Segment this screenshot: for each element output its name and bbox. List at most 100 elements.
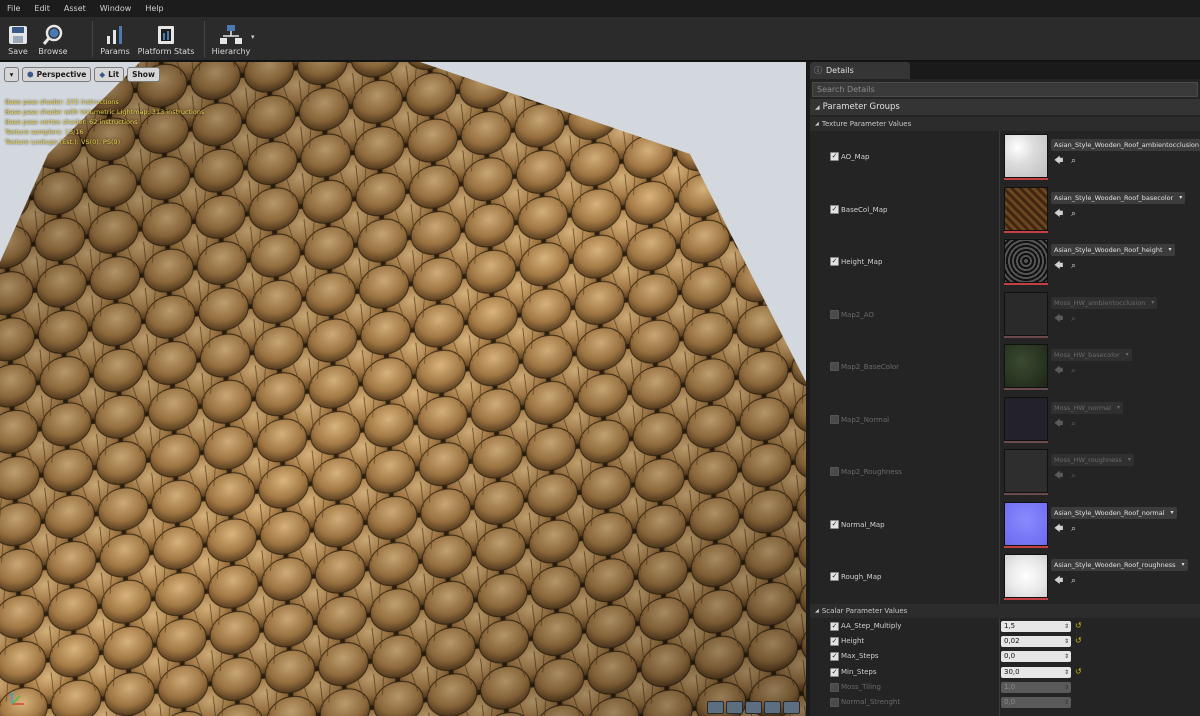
browse-button[interactable]: Browse	[36, 17, 70, 61]
browse-magnifier-icon[interactable]: ⌕	[1071, 419, 1081, 429]
menu-file[interactable]: File	[0, 4, 27, 13]
use-selected-arrow-icon[interactable]: 🡄	[1054, 419, 1064, 429]
texture-asset-dropdown[interactable]: Asian_Style_Wooden_Roof_height ▾	[1051, 244, 1175, 256]
param-enable-checkbox[interactable]	[830, 698, 839, 707]
plane-preview-icon[interactable]	[745, 701, 762, 714]
param-enable-checkbox[interactable]	[830, 682, 839, 692]
params-button[interactable]: Params	[98, 17, 132, 61]
hierarchy-icon	[220, 25, 242, 44]
spinner-arrows-icon: ⇕	[1063, 653, 1069, 661]
cube-preview-icon[interactable]	[764, 701, 781, 714]
texture-thumbnail[interactable]	[1004, 239, 1048, 283]
parameter-groups-header[interactable]: ◢ Parameter Groups	[810, 99, 1200, 115]
texture-asset-dropdown[interactable]: Asian_Style_Wooden_Roof_ambientocclusion…	[1051, 139, 1200, 151]
use-selected-arrow-icon[interactable]: 🡄	[1054, 314, 1064, 324]
texture-thumbnail[interactable]	[1004, 291, 1048, 336]
texture-asset-dropdown[interactable]: Asian_Style_Wooden_Roof_roughness ▾	[1051, 559, 1188, 571]
browse-magnifier-icon[interactable]: ⌕	[1071, 156, 1081, 166]
texture-thumbnail[interactable]	[1004, 449, 1048, 493]
perspective-label: Perspective	[36, 70, 87, 79]
param-enable-checkbox[interactable]	[830, 362, 839, 371]
search-details-input[interactable]: Search Details	[812, 82, 1198, 97]
use-selected-arrow-icon[interactable]: 🡄	[1054, 576, 1064, 586]
browse-magnifier-icon[interactable]: ⌕	[1071, 576, 1081, 586]
use-selected-arrow-icon[interactable]: 🡄	[1054, 156, 1064, 166]
menu-help[interactable]: Help	[138, 4, 170, 13]
hierarchy-button[interactable]: Hierarchy	[210, 17, 252, 61]
sphere-preview-icon[interactable]	[726, 701, 743, 714]
reset-to-default-icon[interactable]: ↺	[1075, 667, 1082, 676]
param-enable-checkbox[interactable]	[830, 414, 839, 424]
browse-label: Browse	[38, 47, 68, 56]
browse-magnifier-icon[interactable]: ⌕	[1071, 366, 1081, 376]
param-name: Rough_Map	[841, 573, 882, 581]
scalar-value-input[interactable]: 1,5 ⇕	[1001, 621, 1071, 632]
param-enable-checkbox[interactable]: ✓	[830, 257, 839, 266]
menu-window[interactable]: Window	[93, 4, 139, 13]
texture-asset-dropdown[interactable]: Asian_Style_Wooden_Roof_normal ▾	[1051, 506, 1177, 519]
reset-to-default-icon[interactable]: ↺	[1075, 621, 1082, 630]
texture-thumbnail[interactable]	[1004, 396, 1048, 441]
reset-to-default-icon[interactable]: ↺	[1075, 636, 1082, 645]
texture-parameters-header[interactable]: ◢ Texture Parameter Values	[810, 117, 1200, 131]
viewport-options-button[interactable]: ▾	[4, 67, 19, 82]
texture-thumbnail[interactable]	[1004, 501, 1048, 546]
scalar-param-row: Moss_Tiling 1,0 ⇕	[810, 680, 1200, 695]
browse-magnifier-icon[interactable]: ⌕	[1071, 209, 1081, 219]
texture-asset-dropdown[interactable]: Moss_HW_ambientocclusion ▾	[1051, 296, 1158, 309]
spinner-arrows-icon: ⇕	[1063, 638, 1069, 646]
param-enable-checkbox[interactable]	[830, 467, 839, 476]
param-enable-checkbox[interactable]: ✓	[830, 622, 839, 631]
scalar-value-input[interactable]: 0,0 ⇕	[1001, 697, 1071, 708]
texture-asset-dropdown[interactable]: Moss_HW_basecolor ▾	[1051, 349, 1132, 361]
browse-magnifier-icon[interactable]: ⌕	[1071, 261, 1081, 271]
texture-type-bar	[1004, 545, 1048, 548]
param-enable-checkbox[interactable]: ✓	[830, 572, 839, 581]
texture-thumbnail[interactable]	[1004, 554, 1048, 598]
texture-asset-dropdown[interactable]: Asian_Style_Wooden_Roof_basecolor ▾	[1051, 191, 1186, 204]
texture-asset-dropdown[interactable]: Moss_HW_roughness ▾	[1051, 454, 1134, 466]
hierarchy-dropdown-icon[interactable]: ▾	[251, 33, 255, 41]
texture-asset-dropdown[interactable]: Moss_HW_normal ▾	[1051, 401, 1123, 414]
lit-button[interactable]: ◆ Lit	[94, 67, 125, 82]
scalar-value-input[interactable]: 0,02 ⇕	[1001, 636, 1071, 648]
scalar-value-input[interactable]: 30,0 ⇕	[1001, 666, 1071, 678]
use-selected-arrow-icon[interactable]: 🡄	[1054, 524, 1064, 534]
scalar-value-input[interactable]: 0,0 ⇕	[1001, 651, 1071, 663]
param-enable-checkbox[interactable]	[830, 309, 839, 319]
details-panel: ⓘ Details Search Details ◢ Parameter Gro…	[810, 62, 1200, 716]
param-enable-checkbox[interactable]: ✓	[830, 204, 839, 214]
material-preview-viewport[interactable]: ▾ ⬢ Perspective ◆ Lit Show Base pass sha…	[0, 62, 806, 716]
shader-stats: Base pass shader: 233 instructions Base …	[5, 97, 204, 147]
param-enable-checkbox[interactable]: ✓	[830, 637, 839, 647]
param-enable-checkbox[interactable]: ✓	[830, 152, 839, 161]
texture-thumbnail[interactable]	[1004, 134, 1048, 178]
show-button[interactable]: Show	[127, 67, 160, 82]
param-enable-checkbox[interactable]: ✓	[830, 519, 839, 529]
param-enable-checkbox[interactable]: ✓	[830, 652, 839, 662]
save-button[interactable]: Save	[4, 17, 32, 61]
param-enable-checkbox[interactable]: ✓	[830, 667, 839, 677]
texture-thumbnail[interactable]	[1004, 344, 1048, 388]
use-selected-arrow-icon[interactable]: 🡄	[1054, 366, 1064, 376]
perspective-button[interactable]: ⬢ Perspective	[22, 67, 92, 82]
scalar-value-input[interactable]: 1,0 ⇕	[1001, 681, 1071, 693]
cylinder-preview-icon[interactable]	[707, 701, 724, 714]
browse-magnifier-icon[interactable]: ⌕	[1071, 314, 1081, 324]
scalar-parameters-header[interactable]: ◢ Scalar Parameter Values	[810, 604, 1200, 618]
use-selected-arrow-icon[interactable]: 🡄	[1054, 261, 1064, 271]
browse-magnifier-icon[interactable]: ⌕	[1071, 471, 1081, 481]
use-selected-arrow-icon[interactable]: 🡄	[1054, 471, 1064, 481]
use-selected-arrow-icon[interactable]: 🡄	[1054, 209, 1064, 219]
browse-magnifier-icon[interactable]: ⌕	[1071, 524, 1081, 534]
scalar-param-row: ✓ Height 0,02 ⇕ ↺	[810, 634, 1200, 649]
save-icon	[9, 26, 27, 44]
teapot-preview-icon[interactable]	[783, 701, 800, 714]
texture-thumbnail[interactable]	[1004, 186, 1048, 231]
param-name: Height_Map	[841, 258, 883, 266]
menu-edit[interactable]: Edit	[27, 4, 57, 13]
menu-asset[interactable]: Asset	[57, 4, 93, 13]
tab-details[interactable]: ⓘ Details	[810, 62, 910, 79]
platform-stats-button[interactable]: Platform Stats	[138, 17, 194, 61]
param-name: Map2_Normal	[841, 415, 890, 424]
